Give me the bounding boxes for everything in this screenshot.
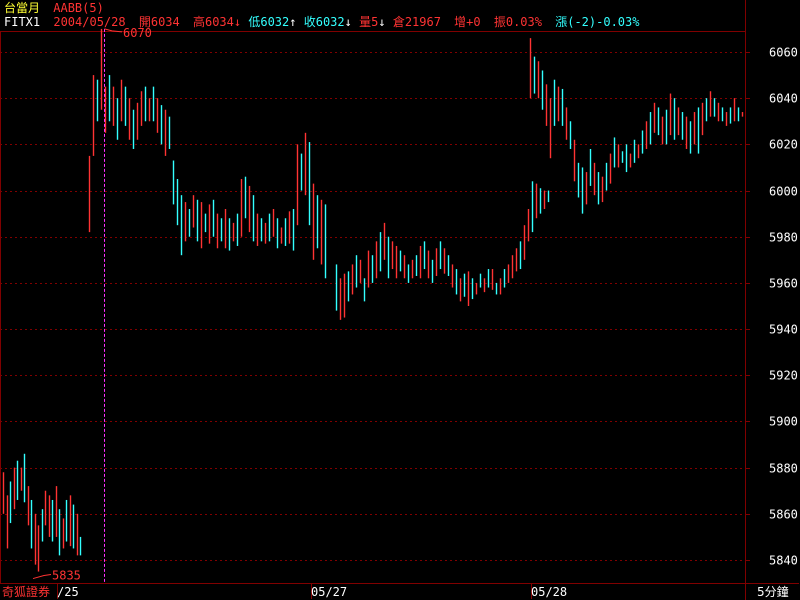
y-tick-label: 5940 <box>769 323 798 337</box>
y-tick-label: 5980 <box>769 231 798 245</box>
min-leader <box>32 574 52 580</box>
brand-label: 奇狐證券 <box>2 584 50 599</box>
y-tick-label: 6060 <box>769 46 798 60</box>
x-tick-label: 05/28 <box>531 585 567 599</box>
price-chart[interactable]: 5840 5860 5880 5900 5920 5940 5960 5980 6000 6020… <box>0 0 800 600</box>
y-tick-label: 5860 <box>769 508 798 522</box>
x-tick-label: /25 <box>57 585 79 599</box>
y-tick-label: 6020 <box>769 138 798 152</box>
y-tick-label: 5920 <box>769 369 798 383</box>
y-tick-label: 5960 <box>769 277 798 291</box>
y-tick-label: 6040 <box>769 92 798 106</box>
y-tick-label: 6000 <box>769 185 798 199</box>
max-label: 6070 <box>123 26 152 40</box>
plot-frame <box>0 31 746 584</box>
min-label: 5835 <box>52 569 81 583</box>
y-tick-label: 5840 <box>769 554 798 568</box>
y-tick-label: 5900 <box>769 415 798 429</box>
y-tick-label: 5880 <box>769 462 798 476</box>
x-tick-label: 05/27 <box>311 585 347 599</box>
period-label[interactable]: 5分鐘 <box>757 584 789 599</box>
